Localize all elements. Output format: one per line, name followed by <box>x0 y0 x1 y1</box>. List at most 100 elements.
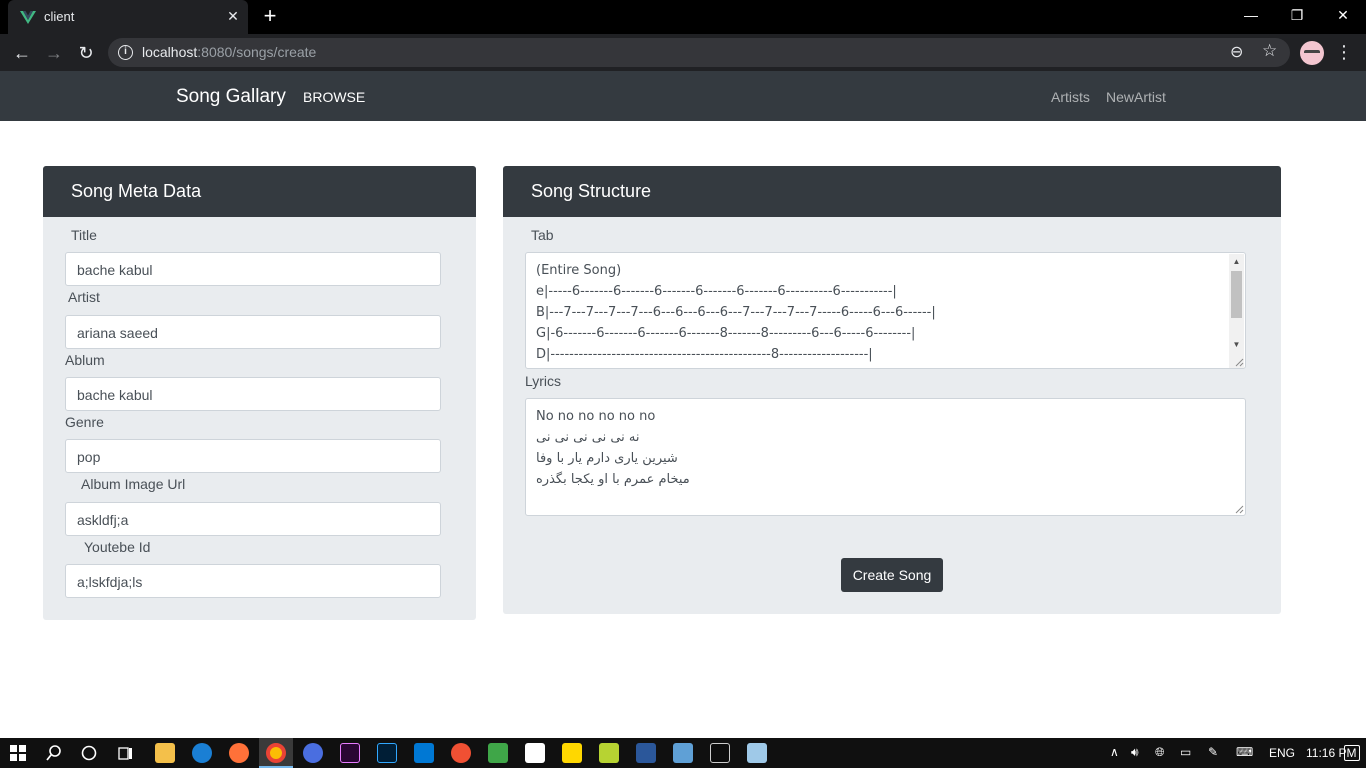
brand-link[interactable]: Song Gallary <box>176 86 286 108</box>
chrome-dev-icon[interactable] <box>303 743 323 763</box>
app-icon[interactable] <box>599 743 619 763</box>
app-icon[interactable] <box>488 743 508 763</box>
song-meta-panel: Song Meta Data Title bache kabul Artist … <box>43 166 476 620</box>
vscode-icon[interactable] <box>414 743 434 763</box>
tab-scrollbar[interactable]: ▲ ▼ <box>1229 254 1244 368</box>
keyboard-icon[interactable]: ⌨︎ <box>1236 745 1253 759</box>
artist-input[interactable]: ariana saeed <box>65 315 441 349</box>
title-label: Title <box>71 227 97 243</box>
windows-start-icon[interactable] <box>10 745 26 761</box>
scroll-up-icon[interactable]: ▲ <box>1229 254 1244 269</box>
chrome-icon[interactable] <box>266 743 286 763</box>
scroll-down-icon[interactable]: ▼ <box>1229 337 1244 352</box>
tab-line: B|---7---7---7---7---6---6---6---6---7--… <box>536 305 936 320</box>
cortana-icon[interactable] <box>81 745 97 761</box>
premiere-icon[interactable] <box>340 743 360 763</box>
tray-expand-icon[interactable]: ∧ <box>1110 745 1119 759</box>
nav-artists-link[interactable]: Artists <box>1051 89 1090 105</box>
genre-value: pop <box>77 449 101 465</box>
panel-title: Song Structure <box>531 181 652 201</box>
lyrics-line: میخام عمرم با او یکجا بگذره <box>536 472 690 487</box>
nav-browse-link[interactable]: BROWSE <box>303 89 365 105</box>
restore-icon[interactable]: ❐ <box>1274 0 1320 30</box>
album-value: bache kabul <box>77 387 153 403</box>
window-close-icon[interactable]: ✕ <box>1320 0 1366 30</box>
tab-line: D|--------------------------------------… <box>536 347 873 362</box>
task-view-icon[interactable] <box>117 745 134 761</box>
lyrics-text: No no no no no no نه نی نی نی نی نی شیری… <box>536 406 690 490</box>
youtube-id-label: Youtebe Id <box>84 539 151 555</box>
lyrics-textarea[interactable]: No no no no no no نه نی نی نی نی نی شیری… <box>525 398 1246 516</box>
notepad-icon[interactable] <box>747 743 767 763</box>
word-icon[interactable] <box>636 743 656 763</box>
browser-tabstrip: client ✕ + — ❐ ✕ <box>0 0 1366 34</box>
song-structure-panel: Song Structure Tab (Entire Song) e|-----… <box>503 166 1281 614</box>
vue-logo-icon <box>20 11 36 24</box>
sticky-notes-icon[interactable] <box>562 743 582 763</box>
app-navbar: Song Gallary BROWSE Artists NewArtist <box>0 71 1366 121</box>
edge-icon[interactable] <box>192 743 212 763</box>
address-bar[interactable]: i localhost:8080/songs/create ⊖ ☆ <box>108 38 1290 67</box>
lyrics-line: نه نی نی نی نی نی <box>536 430 640 445</box>
network-icon[interactable]: 🌐︎ <box>1155 745 1165 760</box>
new-tab-icon[interactable]: + <box>258 5 282 29</box>
album-image-url-input[interactable]: askldfj;a <box>65 502 441 536</box>
back-icon[interactable]: ← <box>9 40 35 66</box>
artist-value: ariana saeed <box>77 325 158 341</box>
battery-icon[interactable]: ▭ <box>1180 745 1191 759</box>
bookmark-star-icon[interactable]: ☆ <box>1262 41 1277 61</box>
language-indicator[interactable]: ENG <box>1269 746 1295 760</box>
browser-tab[interactable]: client ✕ <box>8 0 248 34</box>
forward-icon[interactable]: → <box>41 40 67 66</box>
nav-newartist-link[interactable]: NewArtist <box>1106 89 1166 105</box>
panel-title: Song Meta Data <box>71 181 202 201</box>
lyrics-label: Lyrics <box>525 373 562 389</box>
tab-title: client <box>44 9 75 24</box>
app-icon[interactable] <box>673 743 693 763</box>
tab-line: G|-6-------6-------6-------6-------8----… <box>536 326 916 341</box>
terminal-icon[interactable] <box>710 743 730 763</box>
tab-textarea[interactable]: (Entire Song) e|-----6-------6-------6--… <box>525 252 1246 369</box>
youtube-id-value: a;lskfdja;ls <box>77 574 143 590</box>
genre-input[interactable]: pop <box>65 439 441 473</box>
browser-menu-icon[interactable]: ⋮ <box>1334 39 1354 65</box>
title-input[interactable]: bache kabul <box>65 252 441 286</box>
album-image-url-value: askldfj;a <box>77 512 129 528</box>
profile-avatar[interactable] <box>1300 41 1324 65</box>
firefox-icon[interactable] <box>229 743 249 763</box>
tab-line: (Entire Song) <box>536 263 622 278</box>
file-explorer-icon[interactable] <box>155 743 175 763</box>
create-song-button[interactable]: Create Song <box>841 558 943 592</box>
zoom-icon[interactable]: ⊖ <box>1230 42 1243 62</box>
tab-text: (Entire Song) e|-----6-------6-------6--… <box>536 260 936 365</box>
album-input[interactable]: bache kabul <box>65 377 441 411</box>
album-image-url-label: Album Image Url <box>81 476 186 492</box>
browser-toolbar: ← → ↻ i localhost:8080/songs/create ⊖ ☆ … <box>0 34 1366 71</box>
git-icon[interactable] <box>451 743 471 763</box>
youtube-id-input[interactable]: a;lskfdja;ls <box>65 564 441 598</box>
lyrics-line: No no no no no no <box>536 409 656 424</box>
reload-icon[interactable]: ↻ <box>73 40 99 66</box>
tab-line: e|-----6-------6-------6-------6-------6… <box>536 284 897 299</box>
url-text: localhost:8080/songs/create <box>142 44 317 60</box>
resize-grip-icon[interactable] <box>1234 504 1244 514</box>
filezilla-icon[interactable] <box>525 743 545 763</box>
artist-label: Artist <box>68 289 100 305</box>
pen-icon[interactable]: ✎ <box>1208 745 1218 759</box>
genre-label: Genre <box>65 414 104 430</box>
photoshop-icon[interactable] <box>377 743 397 763</box>
windows-taskbar: ∧ 🔊︎ 🌐︎ ▭ ✎ ⌨︎ ENG 11:16 PM <box>0 738 1366 768</box>
minimize-icon[interactable]: — <box>1228 0 1274 30</box>
site-info-icon[interactable]: i <box>118 45 133 60</box>
notification-icon[interactable] <box>1344 745 1360 761</box>
resize-grip-icon[interactable] <box>1234 357 1244 367</box>
close-tab-icon[interactable]: ✕ <box>224 7 242 25</box>
panel-header: Song Structure <box>503 166 1281 217</box>
tab-label: Tab <box>531 227 554 243</box>
volume-icon[interactable]: 🔊︎ <box>1131 745 1139 760</box>
scroll-thumb[interactable] <box>1231 271 1242 318</box>
title-value: bache kabul <box>77 262 153 278</box>
search-icon[interactable] <box>46 745 62 761</box>
lyrics-line: شیرین یاری دارم یار با وفا <box>536 451 678 466</box>
panel-header: Song Meta Data <box>43 166 476 217</box>
